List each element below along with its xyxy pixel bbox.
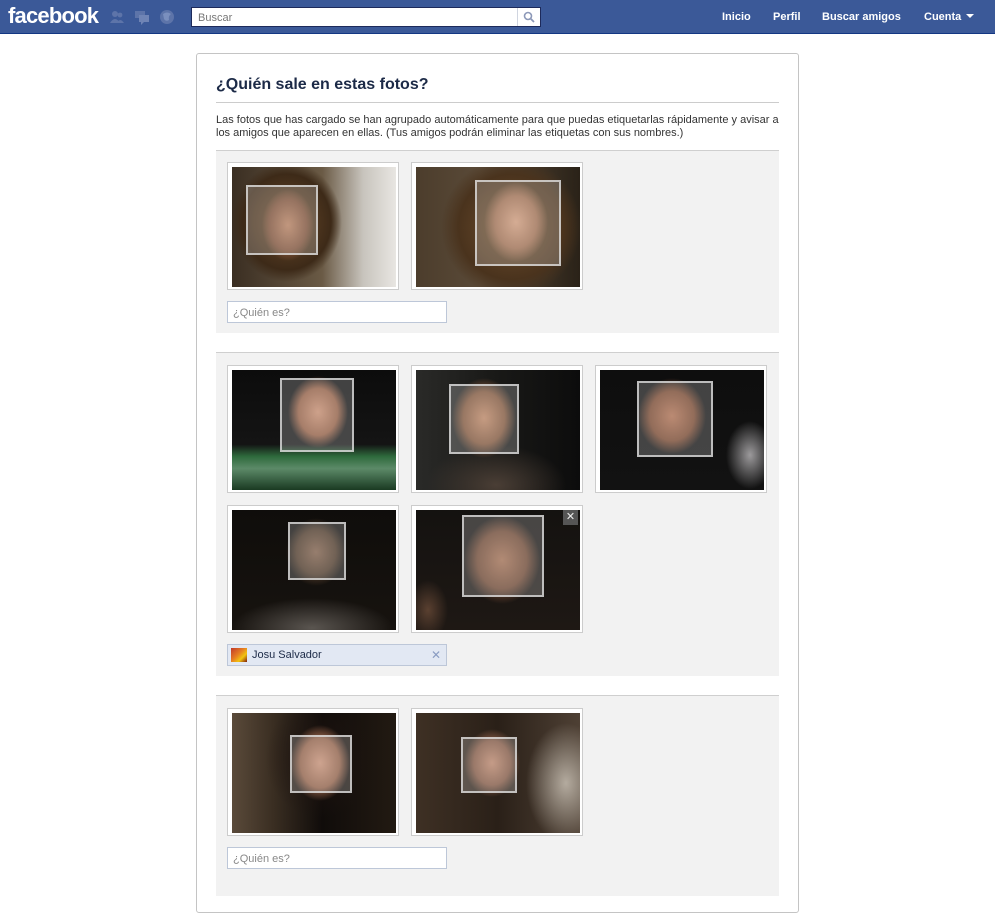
photo-thumbnail[interactable] xyxy=(411,365,583,493)
photo xyxy=(416,370,580,490)
who-is-input[interactable] xyxy=(233,852,438,865)
photo xyxy=(416,167,580,287)
face-box xyxy=(475,180,561,266)
chevron-down-icon xyxy=(966,14,975,18)
photo-thumbnail[interactable] xyxy=(227,162,399,290)
photo-group xyxy=(216,695,779,896)
photo xyxy=(232,510,396,630)
who-is-field xyxy=(227,301,447,323)
face-box xyxy=(449,384,519,454)
face-box xyxy=(290,735,352,793)
face-box xyxy=(462,515,544,597)
face-box xyxy=(288,522,346,580)
tagged-friend-token: Josu Salvador ✕ xyxy=(227,644,447,666)
photo xyxy=(416,713,580,833)
photo-group: ✕ Josu Salvador ✕ xyxy=(216,352,779,676)
photo xyxy=(600,370,764,490)
photo-thumbnail[interactable] xyxy=(595,365,767,493)
remove-photo-close-icon[interactable]: ✕ xyxy=(563,510,578,525)
photo xyxy=(232,713,396,833)
nav-home-link[interactable]: Inicio xyxy=(722,11,751,23)
photo-thumbnail[interactable] xyxy=(411,162,583,290)
search-input[interactable] xyxy=(198,11,508,24)
face-box xyxy=(637,381,713,457)
nav-find-friends-link[interactable]: Buscar amigos xyxy=(822,11,901,23)
messages-icon[interactable] xyxy=(134,9,150,25)
search-box xyxy=(191,7,541,27)
photo-thumbnail[interactable] xyxy=(227,708,399,836)
intro-text: Las fotos que has cargado se han agrupad… xyxy=(216,114,779,139)
photo-group xyxy=(216,150,779,333)
title-divider xyxy=(216,102,779,103)
close-icon[interactable]: ✕ xyxy=(431,648,441,662)
facebook-logo[interactable]: facebook xyxy=(8,3,99,29)
search-button[interactable] xyxy=(517,8,540,26)
who-is-input[interactable] xyxy=(233,306,438,319)
photo-thumbnail[interactable] xyxy=(411,708,583,836)
tagged-friend-name: Josu Salvador xyxy=(252,649,322,661)
face-box xyxy=(280,378,354,452)
top-bar: facebook Inicio Perfil Buscar amigos Cue… xyxy=(0,0,995,34)
friend-requests-icon[interactable] xyxy=(109,9,125,25)
search-icon xyxy=(523,11,535,23)
photo xyxy=(232,370,396,490)
photo-thumbnail[interactable] xyxy=(227,365,399,493)
face-box xyxy=(246,185,318,255)
photo xyxy=(416,510,580,630)
photo xyxy=(232,167,396,287)
avatar xyxy=(231,648,247,662)
nav-profile-link[interactable]: Perfil xyxy=(773,11,801,23)
photo-thumbnail[interactable] xyxy=(227,505,399,633)
face-box xyxy=(461,737,517,793)
page-title: ¿Quién sale en estas fotos? xyxy=(216,76,429,93)
notifications-icon[interactable] xyxy=(159,9,175,25)
nav-account-menu[interactable]: Cuenta xyxy=(924,11,975,23)
nav-account-label: Cuenta xyxy=(924,11,962,23)
who-is-field xyxy=(227,847,447,869)
photo-thumbnail[interactable]: ✕ xyxy=(411,505,583,633)
